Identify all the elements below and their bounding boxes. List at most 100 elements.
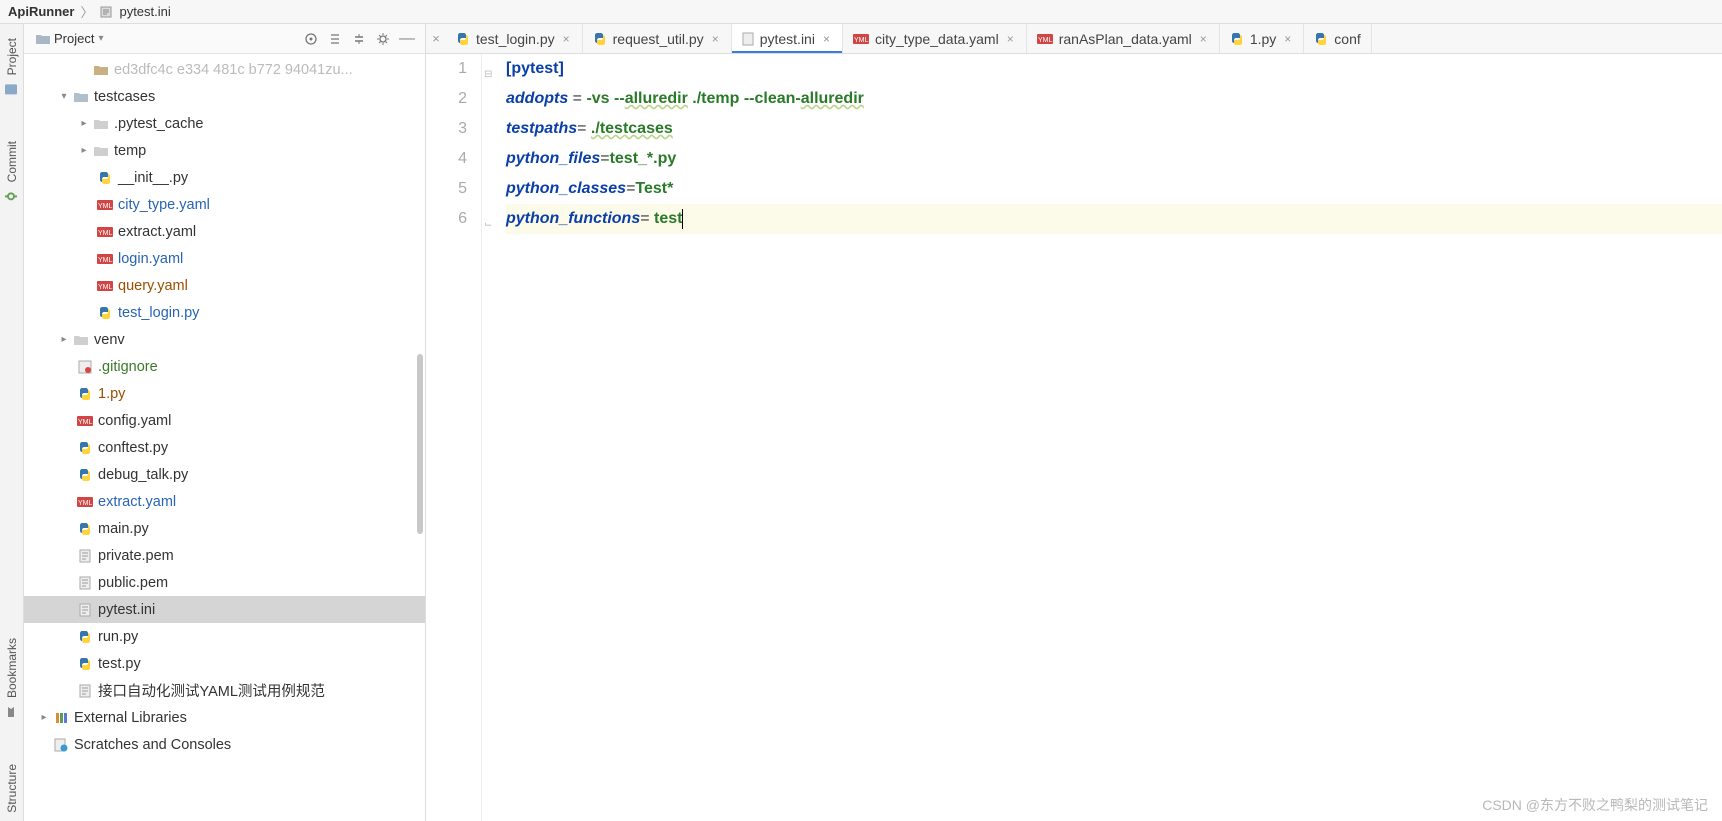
close-tab-icon[interactable]: × — [710, 32, 721, 46]
chevron-down-icon[interactable]: ▾ — [56, 91, 72, 102]
code-editor[interactable]: 1 2 3 4 5 6 ⊟ ⌙ [pytest] addopts = -vs -… — [426, 54, 1722, 821]
chevron-right-icon[interactable]: ▸ — [76, 118, 92, 129]
scratch-icon — [52, 737, 70, 753]
tree-item-login-yaml[interactable]: YMLlogin.yaml — [24, 245, 425, 272]
svg-text:YML: YML — [78, 419, 93, 426]
tree-item-pytest-ini[interactable]: pytest.ini — [24, 596, 425, 623]
tab-pytest-ini[interactable]: pytest.ini× — [732, 24, 843, 53]
tool-commit[interactable]: Commit — [3, 133, 21, 210]
fold-mark-icon[interactable]: ⊟ — [484, 60, 492, 90]
tree-item-extract-yaml-root[interactable]: YMLextract.yaml — [24, 488, 425, 515]
close-tab-icon[interactable]: × — [1005, 32, 1016, 46]
tree-item-pytest-cache[interactable]: ▸.pytest_cache — [24, 110, 425, 137]
chevron-right-icon[interactable]: ▸ — [76, 145, 92, 156]
yaml-file-icon: YML — [76, 494, 94, 510]
collapse-all-button[interactable] — [348, 28, 370, 50]
tree-item-venv[interactable]: ▸venv — [24, 326, 425, 353]
tree-item-truncated[interactable]: ed3dfc4c e334 481c b772 94041zu... — [24, 56, 425, 83]
bookmark-icon — [5, 704, 19, 718]
tab-conf[interactable]: conf — [1304, 24, 1371, 53]
editor-pane: × test_login.py × request_util.py × pytest… — [426, 24, 1722, 821]
tree-item-test-py[interactable]: test.py — [24, 650, 425, 677]
breadcrumb-file[interactable]: pytest.ini — [119, 4, 170, 19]
tree-item-external-libraries[interactable]: ▸External Libraries — [24, 704, 425, 731]
python-file-icon — [96, 170, 114, 186]
tool-structure[interactable]: Structure — [3, 756, 21, 821]
tree-item-1-py[interactable]: 1.py — [24, 380, 425, 407]
yaml-file-icon: YML — [96, 224, 114, 240]
hide-pane-button[interactable]: — — [396, 28, 418, 50]
project-pane: Project ▾ — ed3dfc4c e334 481c b772 9404… — [24, 24, 426, 821]
folder-icon — [72, 89, 90, 105]
yaml-file-icon: YML — [1037, 33, 1053, 45]
folder-icon — [36, 33, 50, 45]
tab-ranasplan-data-yaml[interactable]: YMLranAsPlan_data.yaml× — [1027, 24, 1220, 53]
tool-project[interactable]: Project — [3, 30, 21, 103]
code-line-5: python_classes=Test* — [506, 174, 1722, 204]
tree-item-run-py[interactable]: run.py — [24, 623, 425, 650]
left-tool-rail: Project Commit Bookmarks Structure — [0, 24, 24, 821]
tree-item-scratches[interactable]: Scratches and Consoles — [24, 731, 425, 758]
text-caret — [682, 209, 683, 229]
tab-test-login-py[interactable]: test_login.py × — [446, 24, 583, 53]
tree-item-conftest-py[interactable]: conftest.py — [24, 434, 425, 461]
close-tab-icon[interactable]: × — [561, 32, 572, 46]
code-line-1: [pytest] — [506, 54, 1722, 84]
settings-button[interactable] — [372, 28, 394, 50]
tree-item-test-login-py[interactable]: test_login.py — [24, 299, 425, 326]
fold-gutter: ⊟ ⌙ — [482, 54, 500, 821]
close-tab-icon[interactable]: × — [821, 32, 832, 46]
chevron-right-icon[interactable]: ▸ — [56, 334, 72, 345]
ini-file-icon — [76, 602, 94, 618]
tree-item-config-yaml[interactable]: YMLconfig.yaml — [24, 407, 425, 434]
code-line-4: python_files=test_*.py — [506, 144, 1722, 174]
tree-item-gitignore[interactable]: .gitignore — [24, 353, 425, 380]
tree-item-temp[interactable]: ▸temp — [24, 137, 425, 164]
ini-file-icon — [742, 32, 754, 46]
project-view-selector[interactable]: Project ▾ — [30, 29, 110, 48]
tree-item-public-pem[interactable]: public.pem — [24, 569, 425, 596]
scrollbar-thumb[interactable] — [417, 354, 423, 534]
tool-project-label: Project — [5, 38, 19, 75]
code-area[interactable]: [pytest] addopts = -vs --alluredir ./tem… — [500, 54, 1722, 821]
tab-1-py[interactable]: 1.py× — [1220, 24, 1304, 53]
tree-item-doc-cn[interactable]: 接口自动化测试YAML测试用例规范 — [24, 677, 425, 704]
locate-button[interactable] — [300, 28, 322, 50]
tree-item-debug-talk-py[interactable]: debug_talk.py — [24, 461, 425, 488]
close-tab-icon[interactable]: × — [1282, 32, 1293, 46]
project-tree[interactable]: ed3dfc4c e334 481c b772 94041zu... ▾test… — [24, 54, 425, 821]
tree-item-testcases[interactable]: ▾testcases — [24, 83, 425, 110]
close-tab-icon[interactable]: × — [1198, 32, 1209, 46]
text-file-icon — [76, 548, 94, 564]
tree-item-main-py[interactable]: main.py — [24, 515, 425, 542]
folder-icon — [92, 116, 110, 132]
chevron-down-icon: ▾ — [98, 33, 103, 44]
tree-item-init-py[interactable]: __init__.py — [24, 164, 425, 191]
line-number: 6 — [426, 204, 467, 234]
python-file-icon — [76, 440, 94, 456]
yaml-file-icon: YML — [96, 251, 114, 267]
line-number: 3 — [426, 114, 467, 144]
tab-close-left[interactable]: × — [426, 24, 446, 53]
tool-bookmarks[interactable]: Bookmarks — [3, 630, 21, 726]
tab-city-type-data-yaml[interactable]: YMLcity_type_data.yaml× — [843, 24, 1027, 53]
tab-request-util-py[interactable]: request_util.py × — [583, 24, 732, 53]
text-file-icon — [76, 575, 94, 591]
commit-icon — [5, 189, 19, 203]
expand-all-button[interactable] — [324, 28, 346, 50]
tree-item-extract-yaml[interactable]: YMLextract.yaml — [24, 218, 425, 245]
tree-item-query-yaml[interactable]: YMLquery.yaml — [24, 272, 425, 299]
chevron-right-icon[interactable]: ▸ — [36, 712, 52, 723]
tree-item-city-type-yaml[interactable]: YMLcity_type.yaml — [24, 191, 425, 218]
breadcrumb-root[interactable]: ApiRunner — [8, 4, 74, 19]
tab-label: test_login.py — [476, 31, 555, 47]
breadcrumb-separator: 〉 — [80, 2, 93, 21]
tab-label: request_util.py — [613, 31, 704, 47]
python-file-icon — [76, 386, 94, 402]
editor-tabs: × test_login.py × request_util.py × pytest… — [426, 24, 1722, 54]
tree-item-private-pem[interactable]: private.pem — [24, 542, 425, 569]
line-number: 2 — [426, 84, 467, 114]
python-file-icon — [96, 305, 114, 321]
folder-icon — [92, 143, 110, 159]
tab-label: conf — [1334, 31, 1360, 47]
